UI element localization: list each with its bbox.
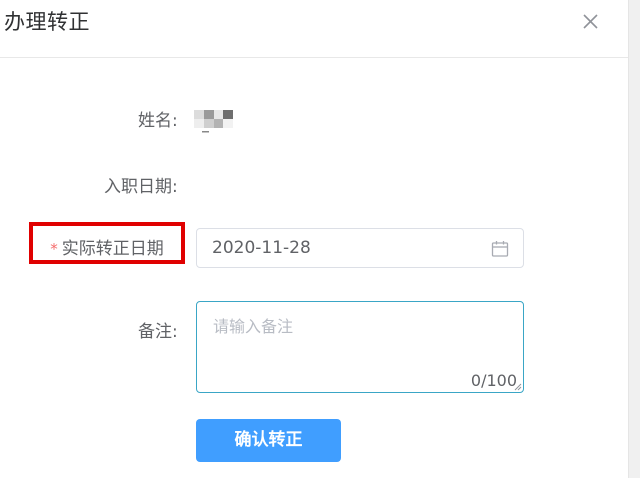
note-char-count: 0/100 — [470, 371, 517, 390]
actual-date-label-wrap: * 实际转正日期 — [33, 234, 181, 259]
close-button[interactable] — [578, 8, 604, 34]
dialog-title: 办理转正 — [4, 10, 90, 34]
hire-date-label: 入职日期: — [104, 177, 178, 197]
resize-handle-icon[interactable] — [514, 383, 522, 391]
highlight-box: * 实际转正日期 — [29, 222, 185, 264]
dialog-header: 办理转正 — [0, 0, 628, 58]
calendar-icon[interactable] — [491, 240, 509, 258]
note-label: 备注: — [138, 322, 178, 342]
confirm-button[interactable]: 确认转正 — [196, 419, 341, 462]
actual-date-label: 实际转正日期 — [61, 239, 164, 259]
note-textarea[interactable]: 请输入备注 0/100 — [196, 301, 524, 393]
dialog: 办理转正 姓名: 入职日期: * 实际转正日期 2020-11-28 备注: 请… — [0, 0, 629, 478]
note-placeholder: 请输入备注 — [213, 317, 294, 336]
required-asterisk: * — [50, 240, 58, 258]
actual-date-value: 2020-11-28 — [212, 238, 311, 258]
actual-date-picker[interactable]: 2020-11-28 — [196, 228, 524, 268]
name-label: 姓名: — [138, 111, 178, 131]
name-value-mosaic — [194, 110, 233, 133]
close-icon — [583, 14, 598, 29]
